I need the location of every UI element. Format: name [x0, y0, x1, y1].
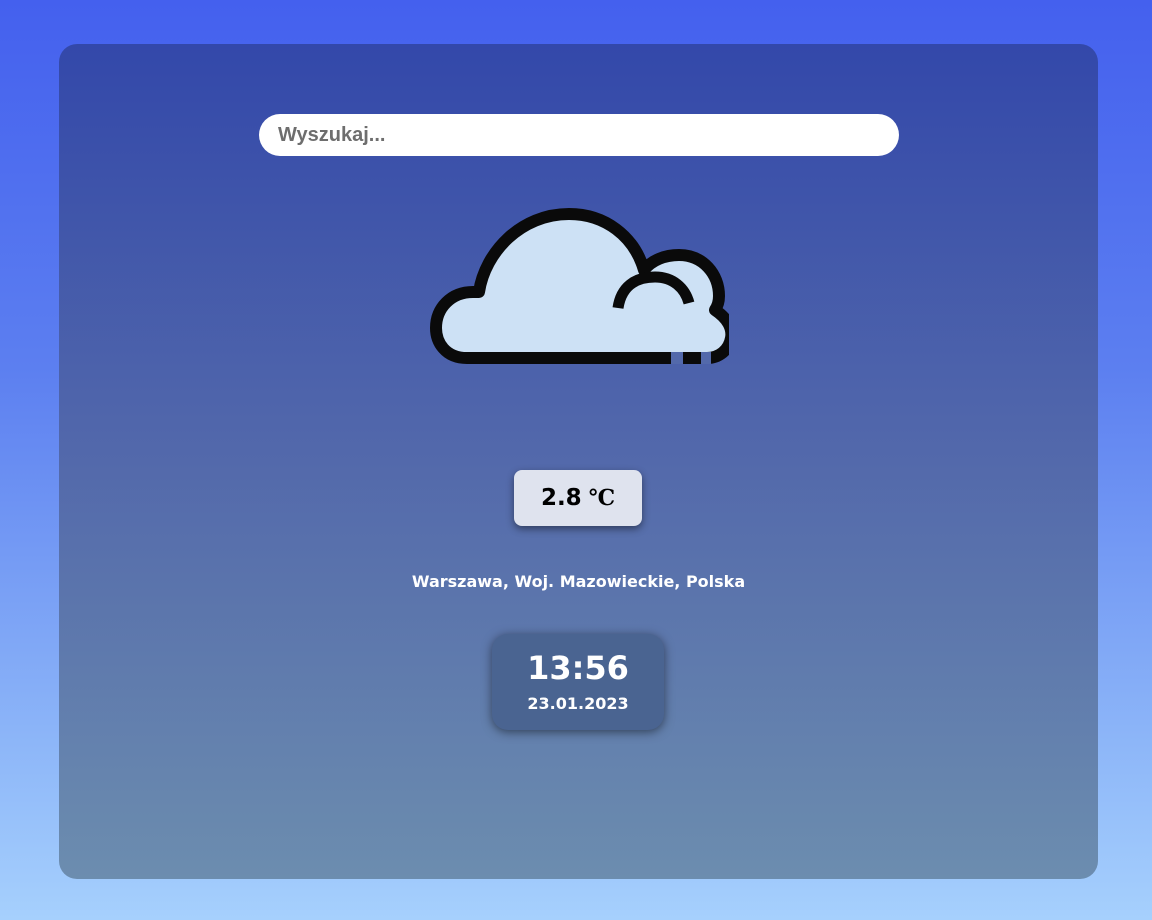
search-bar: [259, 114, 899, 156]
weather-card: 2.8 ℃ Warszawa, Woj. Mazowieckie, Polska…: [59, 44, 1098, 879]
temperature-badge: 2.8 ℃: [514, 470, 642, 526]
cloudy-icon-svg: [430, 208, 738, 364]
temperature-value: 2.8: [540, 485, 582, 511]
cloud-dash: [683, 352, 701, 364]
clock-date: 23.01.2023: [527, 694, 629, 713]
search-input[interactable]: [259, 114, 899, 156]
cloudy-icon: [429, 202, 738, 372]
cloud-gap-right: [701, 352, 711, 364]
cloud-gap-left: [671, 352, 683, 364]
location-label: Warszawa, Woj. Mazowieckie, Polska: [411, 572, 746, 591]
page-background: { "search": { "placeholder": "Wyszukaj..…: [0, 0, 1152, 920]
temperature-unit: ℃: [588, 485, 616, 511]
clock-panel: 13:56 23.01.2023: [492, 634, 664, 730]
clock-time: 13:56: [527, 649, 629, 687]
